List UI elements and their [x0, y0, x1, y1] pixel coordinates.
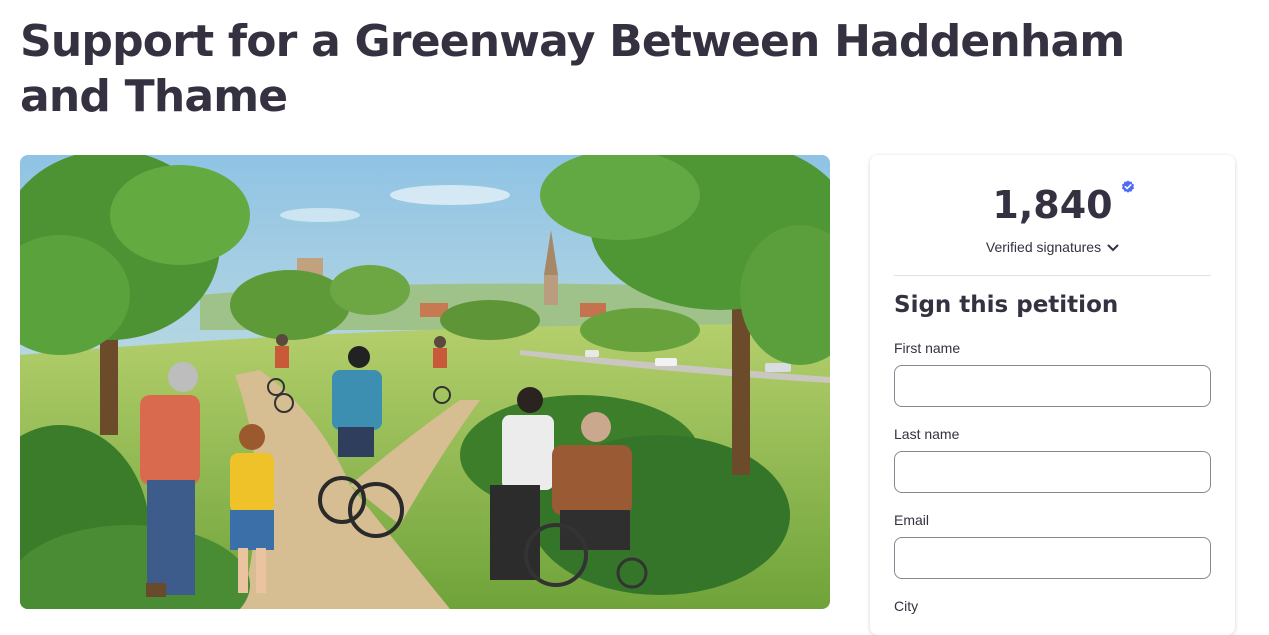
divider: [894, 275, 1211, 276]
last-name-input[interactable]: [894, 451, 1211, 493]
verified-check-icon: [1121, 180, 1134, 193]
verified-signatures-toggle[interactable]: Verified signatures: [870, 239, 1235, 255]
page-title: Support for a Greenway Between Haddenham…: [20, 16, 1125, 122]
first-name-input[interactable]: [894, 365, 1211, 407]
signature-count: 1,840: [992, 180, 1134, 228]
signature-panel: 1,840 Verified signatures Sign this peti…: [870, 155, 1235, 635]
petition-image: [20, 155, 830, 609]
city-label: City: [894, 598, 919, 614]
first-name-label: First name: [894, 340, 961, 356]
email-input[interactable]: [894, 537, 1211, 579]
chevron-down-icon: [1107, 244, 1119, 252]
last-name-label: Last name: [894, 426, 960, 442]
email-label: Email: [894, 512, 930, 528]
sign-petition-heading: Sign this petition: [894, 292, 1119, 318]
